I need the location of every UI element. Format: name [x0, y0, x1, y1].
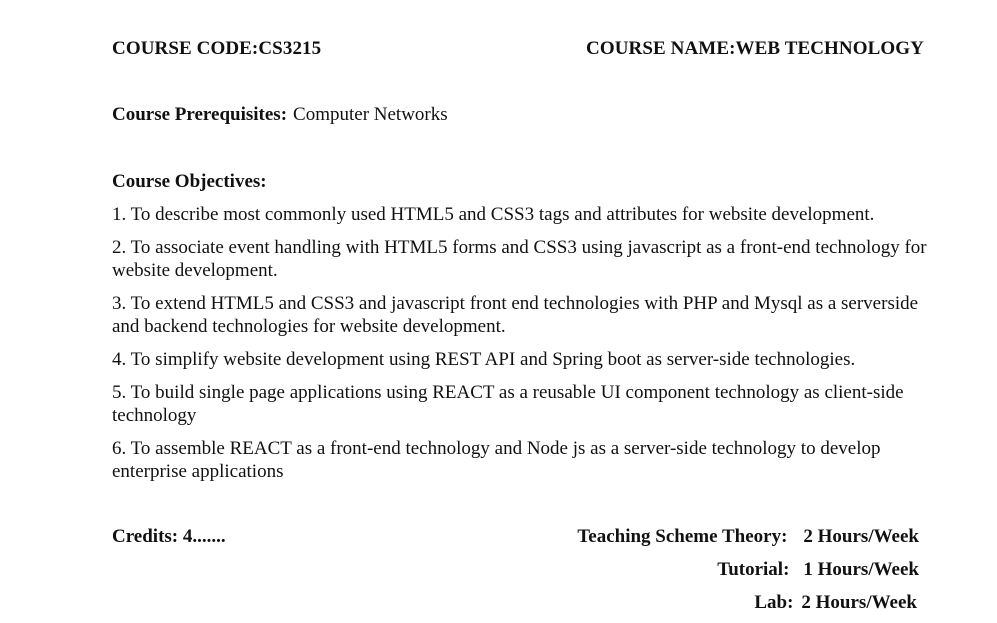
document-page: COURSE CODE:CS3215 COURSE NAME:WEB TECHN… — [0, 0, 997, 623]
prerequisites-value: Computer Networks — [293, 104, 448, 125]
objective-item: 1. To describe most commonly used HTML5 … — [112, 204, 875, 225]
teaching-scheme-tutorial: Tutorial: 1 Hours/Week — [717, 559, 919, 581]
credits: Credits: 4....... — [112, 526, 226, 547]
course-name: COURSE NAME:WEB TECHNOLOGY — [586, 38, 924, 59]
theory-label: Teaching Scheme Theory: — [577, 526, 788, 547]
lab-label: Lab: — [754, 592, 794, 613]
prerequisites-label: Course Prerequisites: — [112, 104, 288, 125]
teaching-scheme-lab: Lab: 2 Hours/Week — [754, 592, 917, 614]
objective-item: 3. To extend HTML5 and CSS3 and javascri… — [112, 293, 919, 337]
course-code: COURSE CODE:CS3215 — [112, 38, 322, 59]
objectives-list: 1. To describe most commonly used HTML5 … — [112, 203, 932, 493]
lab-value: 2 Hours/Week — [801, 592, 917, 613]
tutorial-label: Tutorial: — [717, 559, 790, 580]
teaching-scheme-theory: Teaching Scheme Theory: 2 Hours/Week — [577, 526, 919, 548]
objective-item: 2. To associate event handling with HTML… — [112, 237, 927, 281]
tutorial-value: 1 Hours/Week — [803, 559, 919, 580]
objective-item: 6. To assemble REACT as a front-end tech… — [112, 438, 881, 482]
theory-value: 2 Hours/Week — [803, 526, 919, 547]
course-prerequisites: Course Prerequisites: Computer Networks — [112, 104, 448, 126]
objective-item: 5. To build single page applications usi… — [112, 382, 904, 426]
objective-item: 4. To simplify website development using… — [112, 349, 856, 370]
objectives-title: Course Objectives: — [112, 171, 267, 192]
